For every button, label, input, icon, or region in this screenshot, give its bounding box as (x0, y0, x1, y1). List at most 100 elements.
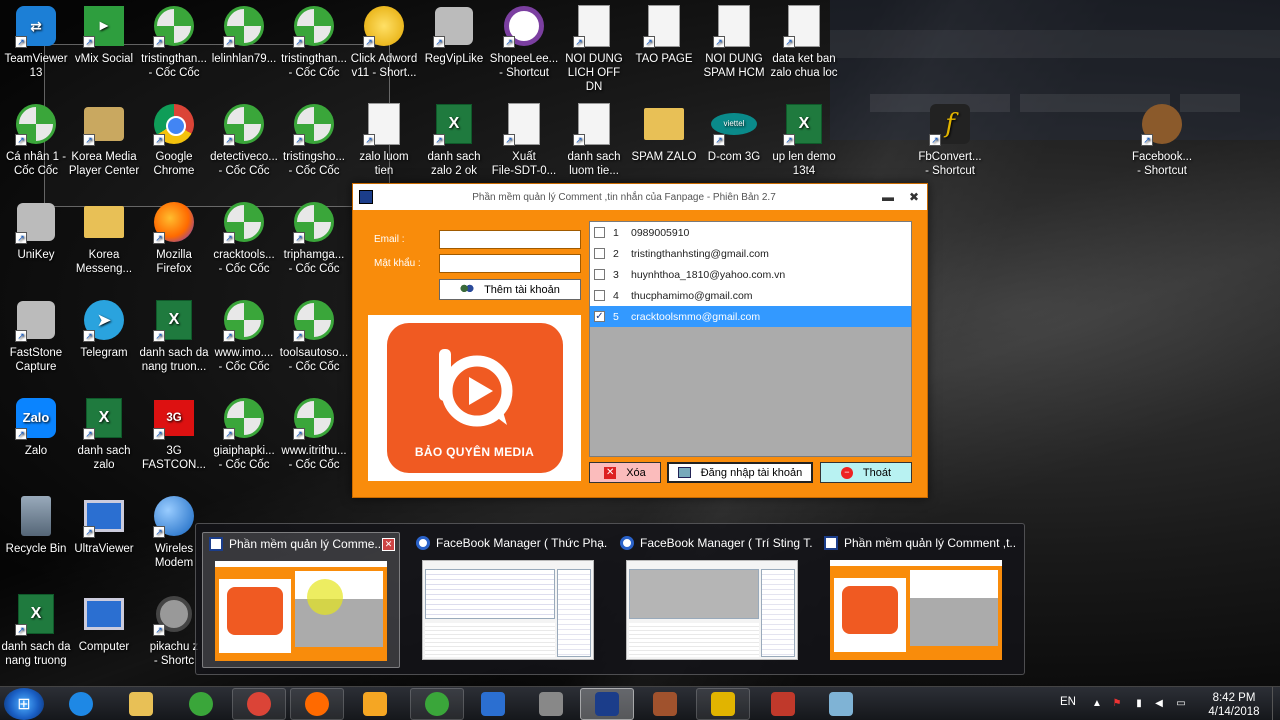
desktop-icon[interactable]: ↗ ShopeeLee... - Shortcut (488, 4, 560, 80)
login-account-button[interactable]: Đăng nhập tài khoản (667, 462, 813, 483)
desktop-icon[interactable]: ↗ tristingsho... - Cốc Cốc (278, 102, 350, 178)
taskbar-button[interactable] (290, 688, 344, 720)
account-checkbox[interactable] (594, 290, 605, 301)
desktop-icon-label: Computer (78, 641, 130, 653)
password-field[interactable] (439, 254, 581, 273)
desktop-icon[interactable]: Computer (68, 592, 140, 654)
speaker-icon[interactable]: ◀ (1152, 697, 1166, 711)
taskbar-button[interactable] (814, 688, 868, 720)
desktop-icon[interactable]: ↗ Facebook... - Shortcut (1126, 102, 1198, 178)
close-button[interactable]: ✖ (901, 190, 927, 204)
show-hidden-icons-button[interactable]: ▲ (1090, 697, 1104, 711)
network-signal-icon[interactable]: ▮ (1132, 697, 1146, 711)
excel-icon: X ↗ (431, 102, 477, 146)
account-row[interactable]: 3 huynhthoa_1810@yahoo.com.vn (590, 264, 911, 285)
desktop-icon[interactable]: ▶ ↗ vMix Social (68, 4, 140, 66)
taskbar-button[interactable] (174, 688, 228, 720)
desktop-icon[interactable]: ↗ NOI DUNG LICH OFF DN (558, 4, 630, 94)
desktop-icon[interactable]: ➤ ↗ Telegram (68, 298, 140, 360)
thumbnail-comment-manager-2[interactable]: Phần mềm quản lý Comment ,t... (818, 532, 1016, 668)
desktop-icon[interactable]: ↗ triphamga... - Cốc Cốc (278, 200, 350, 276)
desktop-icon[interactable]: ↗ www.imo.... - Cốc Cốc (208, 298, 280, 374)
taskbar-button[interactable] (232, 688, 286, 720)
delete-button[interactable]: ✕ Xóa (589, 462, 661, 483)
taskbar-button[interactable] (348, 688, 402, 720)
account-list[interactable]: 1 0989005910 2 tristingthanhsting@gmail.com… (589, 221, 912, 457)
taskbar-button[interactable] (524, 688, 578, 720)
desktop-icon[interactable]: ↗ TAO PAGE (628, 4, 700, 66)
desktop-icon[interactable]: ↗ Mozilla Firefox (138, 200, 210, 276)
desktop-icon[interactable]: ⇄ ↗ TeamViewer 13 (0, 4, 72, 80)
desktop-icon[interactable]: ↗ lelinhlan79... (208, 4, 280, 66)
account-row[interactable]: 2 tristingthanhsting@gmail.com (590, 243, 911, 264)
battery-icon[interactable]: ▭ (1174, 697, 1188, 711)
account-checkbox[interactable] (594, 227, 605, 238)
desktop-icon[interactable]: X ↗ danh sach zalo 2 ok (418, 102, 490, 178)
desktop-icon[interactable]: ↗ NOI DUNG SPAM HCM (698, 4, 770, 80)
desktop-icon[interactable]: ↗ Cá nhân 1 - Cốc Cốc (0, 102, 72, 178)
thumbnail-facebook-manager-1[interactable]: FaceBook Manager ( Thức Phạ... (410, 532, 608, 668)
desktop-icon[interactable]: Korea Messeng... (68, 200, 140, 276)
minimize-button[interactable]: ▬ (875, 190, 901, 204)
shortcut-arrow-icon: ↗ (15, 134, 27, 146)
email-field[interactable] (439, 230, 581, 249)
taskbar-button[interactable] (466, 688, 520, 720)
taskbar-button[interactable] (756, 688, 810, 720)
taskbar-button[interactable] (696, 688, 750, 720)
desktop-icon[interactable]: ↗ tristingthan... - Cốc Cốc (138, 4, 210, 80)
desktop-icon[interactable]: ↗ RegVipLike (418, 4, 490, 66)
delete-label: Xóa (626, 466, 646, 479)
taskbar-button[interactable] (54, 688, 108, 720)
desktop-icon[interactable]: Zalo ↗ Zalo (0, 396, 72, 458)
desktop-icon[interactable]: f ↗ FbConvert... - Shortcut (914, 102, 986, 178)
language-indicator[interactable]: EN (1060, 696, 1076, 708)
desktop-icon[interactable]: Recycle Bin (0, 494, 72, 556)
start-button[interactable]: ⊞ (4, 688, 44, 720)
account-checkbox[interactable] (594, 269, 605, 280)
desktop-icon[interactable]: ↗ FastStone Capture (0, 298, 72, 374)
desktop-icon[interactable]: X ↗ danh sach zalo (68, 396, 140, 472)
desktop-icon[interactable]: ↗ toolsautoso... - Cốc Cốc (278, 298, 350, 374)
desktop-icon[interactable]: ↗ Click Adword v11 - Short... (348, 4, 420, 80)
desktop-icon[interactable]: SPAM ZALO (628, 102, 700, 164)
account-row[interactable]: ✓ 5 cracktoolsmmo@gmail.com (590, 306, 911, 327)
desktop-icon[interactable]: ↗ cracktools... - Cốc Cốc (208, 200, 280, 276)
desktop-icon[interactable]: ↗ danh sach luom tie... (558, 102, 630, 178)
taskbar-button[interactable] (410, 688, 464, 720)
desktop-icon[interactable]: ↗ UniKey (0, 200, 72, 262)
system-clock[interactable]: 8:42 PM 4/14/2018 (1200, 691, 1268, 719)
desktop-icon[interactable]: ↗ giaiphapki... - Cốc Cốc (208, 396, 280, 472)
window-titlebar[interactable]: Phần mềm quản lý Comment ,tin nhắn của F… (353, 184, 927, 210)
taskbar-button[interactable] (638, 688, 692, 720)
account-checkbox[interactable] (594, 248, 605, 259)
desktop-icon[interactable]: X ↗ up len demo 13t4 (768, 102, 840, 178)
desktop-icon[interactable]: ↗ Xuất File-SDT-0... (488, 102, 560, 178)
desktop-icon[interactable]: viettel ↗ D-com 3G (698, 102, 770, 164)
taskbar-button[interactable] (114, 688, 168, 720)
desktop-icon[interactable]: X ↗ danh sach da nang truon... (138, 298, 210, 374)
exit-button[interactable]: − Thoát (820, 462, 912, 483)
document-icon: ↗ (501, 102, 547, 146)
desktop-icon[interactable]: 3G ↗ 3G FASTCON... (138, 396, 210, 472)
thumbnail-comment-manager-1[interactable]: Phần mềm quản lý Comme... ✕ (202, 532, 400, 668)
taskbar-button[interactable] (580, 688, 634, 720)
account-row[interactable]: 1 0989005910 (590, 222, 911, 243)
action-center-flag-icon[interactable]: ⚑ (1110, 697, 1124, 711)
show-desktop-button[interactable] (1272, 687, 1280, 720)
thumbnail-facebook-manager-2[interactable]: FaceBook Manager ( Trí Sting T... (614, 532, 812, 668)
account-checkbox[interactable]: ✓ (594, 311, 605, 322)
desktop-icon-label: SPAM ZALO (631, 151, 697, 163)
desktop-icon[interactable]: ↗ Korea Media Player Center (68, 102, 140, 178)
thumbnail-close-button[interactable]: ✕ (382, 537, 395, 551)
desktop-icon[interactable]: ↗ detectiveco... - Cốc Cốc (208, 102, 280, 178)
desktop-icon[interactable]: ↗ data ket ban zalo chua loc (768, 4, 840, 80)
desktop-icon[interactable]: ↗ www.itrithu... - Cốc Cốc (278, 396, 350, 472)
account-row[interactable]: 4 thucphamimo@gmail.com (590, 285, 911, 306)
desktop-icon-label: Cá nhân 1 - Cốc Cốc (5, 151, 67, 177)
desktop-icon[interactable]: ↗ Google Chrome (138, 102, 210, 178)
desktop-icon[interactable]: ↗ UltraViewer (68, 494, 140, 556)
desktop-icon[interactable]: X ↗ danh sach da nang truong (0, 592, 72, 668)
add-account-button[interactable]: Thêm tài khoản (439, 279, 581, 300)
desktop-icon[interactable]: ↗ zalo luom tien (348, 102, 420, 178)
desktop-icon[interactable]: ↗ tristingthan... - Cốc Cốc (278, 4, 350, 80)
